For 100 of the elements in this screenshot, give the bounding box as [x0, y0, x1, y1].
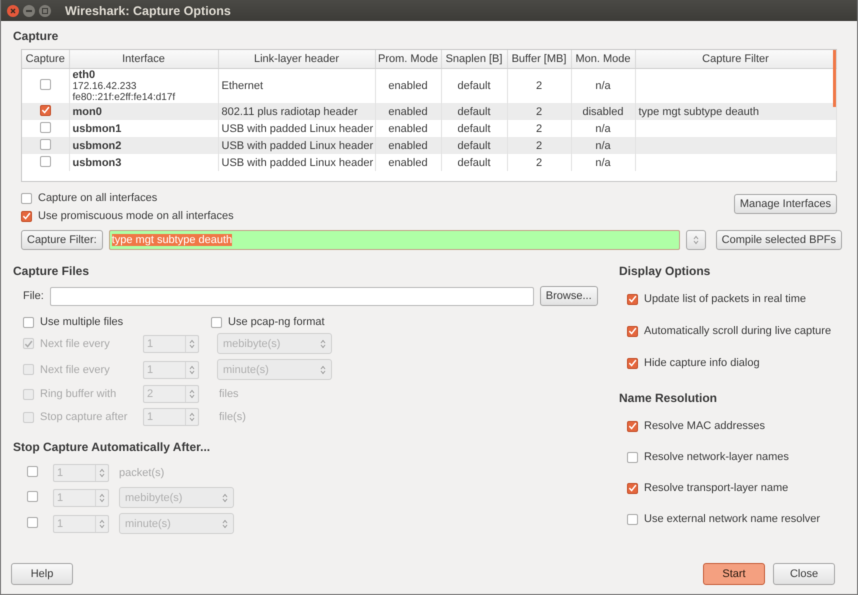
table-cell: disabled: [582, 106, 624, 118]
table-cell: default: [457, 122, 491, 134]
table-row[interactable]: mon0 802.11 plus radiotap header enabled default 2 disabled type mgt subtype deauth: [22, 103, 836, 120]
section-heading: Capture: [13, 29, 60, 43]
checkbox[interactable]: [40, 104, 51, 116]
table-cell: n/a: [595, 80, 611, 92]
checkbox-label: Use promiscuous mode on all interfaces: [38, 210, 234, 222]
table-row[interactable]: usbmon3 USB with padded Linux header enabled default 2 n/a: [22, 154, 836, 171]
table-cell: n/a: [595, 140, 611, 152]
table-cell: enabled: [388, 156, 428, 168]
minimize-icon[interactable]: [23, 4, 35, 16]
table-cell: Ethernet: [222, 80, 264, 92]
manage-interfaces-button[interactable]: Manage Interfaces: [734, 194, 837, 214]
capture-filter-button[interactable]: Capture Filter:: [21, 230, 103, 250]
column-header[interactable]: Capture: [22, 50, 69, 68]
column-header[interactable]: Capture Filter: [635, 50, 836, 68]
up-down-icon: [99, 518, 105, 528]
column-header[interactable]: Link-layer header: [218, 50, 375, 68]
unit-label: files: [219, 388, 239, 400]
checkbox-label: Use pcap-ng format: [228, 316, 325, 328]
checkbox-label: Resolve MAC addresses: [644, 420, 766, 432]
up-down-icon: [189, 364, 195, 374]
column-header[interactable]: Mon. Mode: [571, 50, 635, 68]
section-heading: Capture Files: [13, 264, 90, 278]
checkbox[interactable]: [627, 294, 638, 304]
up-down-icon: [99, 492, 105, 502]
up-down-icon: [222, 492, 228, 502]
checkbox[interactable]: [627, 358, 638, 368]
table-cell: USB with padded Linux header: [222, 122, 374, 134]
maximize-icon[interactable]: [39, 4, 51, 16]
checkbox[interactable]: [21, 210, 32, 222]
section-heading: Display Options: [619, 264, 712, 278]
file-field[interactable]: [50, 286, 534, 306]
address-text: fe80::21f:e2ff:fe14:d17f: [72, 92, 176, 103]
up-down-icon: [189, 389, 195, 399]
table-cell: enabled: [388, 80, 428, 92]
checkbox[interactable]: [40, 138, 51, 150]
checkbox-label: Next file every: [40, 338, 110, 350]
checkbox-label: Hide capture info dialog: [644, 357, 760, 369]
checkbox-label: Resolve network-layer names: [644, 451, 789, 463]
table-cell: default: [457, 80, 491, 92]
help-button[interactable]: Help: [11, 563, 73, 585]
up-down-icon: [99, 468, 105, 478]
checkbox[interactable]: [27, 466, 38, 477]
table-row[interactable]: usbmon2 USB with padded Linux header enabled default 2 n/a: [22, 137, 836, 154]
checkbox[interactable]: [627, 452, 638, 462]
address-text: 172.16.42.233: [72, 81, 138, 92]
scrollbar[interactable]: [833, 50, 836, 107]
close-icon[interactable]: [7, 4, 19, 16]
checkbox[interactable]: [627, 420, 638, 432]
checkbox[interactable]: [27, 516, 38, 528]
section-heading: Name Resolution: [619, 391, 718, 405]
interface-name: eth0: [72, 69, 96, 81]
checkbox-label: Next file every: [40, 364, 110, 376]
checkbox[interactable]: [21, 192, 32, 204]
table-cell: USB with padded Linux header: [222, 156, 374, 168]
checkbox-label: Update list of packets in real time: [644, 293, 806, 305]
checkbox-label: Stop capture after: [40, 411, 128, 423]
field-label: File:: [23, 290, 44, 302]
table-cell: 2: [536, 156, 542, 168]
interface-name: mon0: [72, 106, 102, 118]
checkbox-label: Automatically scroll during live capture: [644, 325, 832, 337]
window-title: Wireshark: Capture Options: [65, 4, 231, 18]
column-header[interactable]: Snaplen [B]: [441, 50, 507, 68]
table-cell: enabled: [388, 140, 428, 152]
checkbox[interactable]: [40, 122, 51, 132]
column-header[interactable]: Interface: [69, 50, 218, 68]
column-header[interactable]: Prom. Mode: [375, 50, 441, 68]
up-down-icon: [320, 338, 326, 348]
table-cell: default: [457, 140, 491, 152]
up-down-icon: [692, 235, 699, 245]
interface-name: usbmon1: [72, 122, 122, 134]
browse-button[interactable]: Browse...: [540, 286, 598, 306]
table-cell: n/a: [595, 122, 611, 134]
interface-name: usbmon3: [72, 156, 122, 168]
checkbox-label: Resolve transport-layer name: [644, 482, 788, 494]
checkbox[interactable]: [627, 326, 638, 336]
table-cell: n/a: [595, 156, 611, 168]
table-cell: enabled: [388, 106, 428, 118]
dropdown-button[interactable]: [686, 230, 706, 250]
checkbox[interactable]: [627, 514, 638, 524]
checkbox[interactable]: [211, 316, 222, 328]
checkbox[interactable]: [627, 482, 638, 494]
checkbox[interactable]: [23, 316, 34, 328]
up-down-icon: [320, 364, 326, 374]
unit-label: packet(s): [119, 467, 164, 479]
checkbox-label: Capture on all interfaces: [38, 192, 158, 204]
checkbox[interactable]: [27, 490, 38, 502]
checkbox[interactable]: [40, 79, 51, 90]
section-heading: Stop Capture Automatically After...: [13, 440, 212, 454]
table-cell: default: [457, 106, 491, 118]
close-button[interactable]: Close: [773, 563, 835, 585]
table-cell: 2: [536, 140, 542, 152]
table-cell: 2: [536, 106, 542, 118]
table-cell: 802.11 plus radiotap header: [222, 106, 358, 118]
checkbox[interactable]: [40, 156, 51, 166]
compile-bpf-button[interactable]: Compile selected BPFs: [716, 230, 842, 250]
column-header[interactable]: Buffer [MB]: [507, 50, 571, 68]
up-down-icon: [189, 338, 195, 348]
start-button[interactable]: Start: [703, 563, 765, 585]
